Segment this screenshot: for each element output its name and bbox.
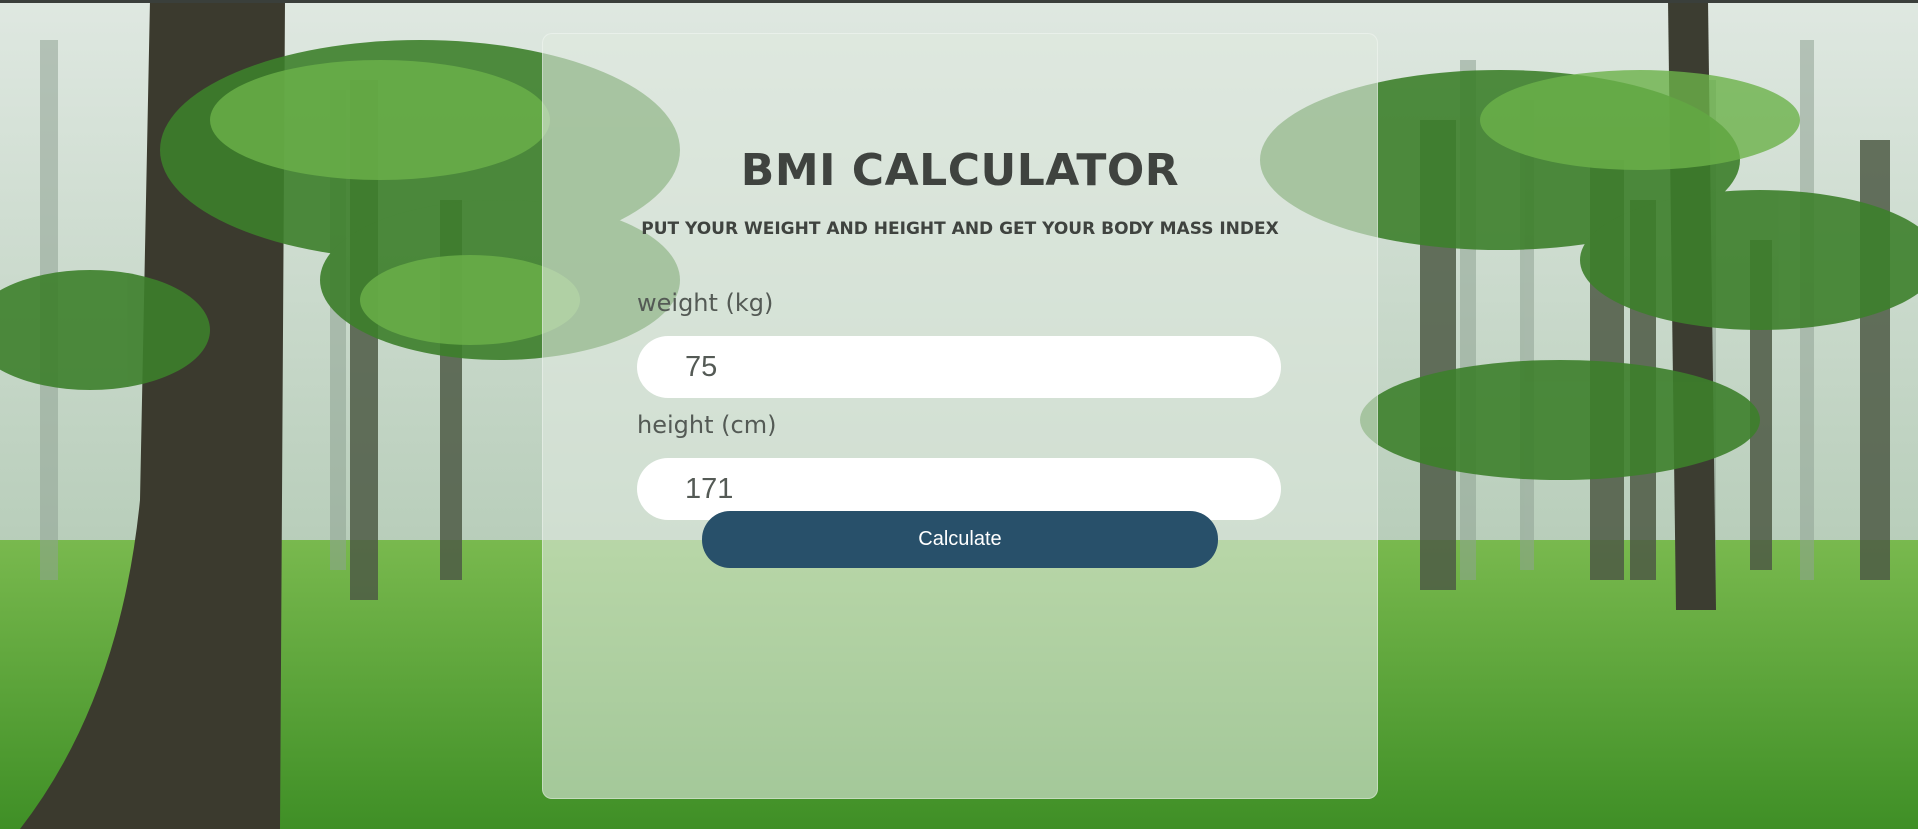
page-background: BMI CALCULATOR PUT YOUR WEIGHT AND HEIGH… — [0, 0, 1918, 829]
top-border — [0, 0, 1918, 3]
weight-label: weight (kg) — [637, 289, 774, 317]
height-label: height (cm) — [637, 411, 777, 439]
page-title: BMI CALCULATOR — [740, 145, 1180, 196]
page-subtitle: PUT YOUR WEIGHT AND HEIGHT AND GET YOUR … — [641, 219, 1279, 239]
calculate-button[interactable]: Calculate — [702, 511, 1218, 568]
bmi-calculator-card: BMI CALCULATOR PUT YOUR WEIGHT AND HEIGH… — [542, 33, 1378, 799]
weight-input[interactable] — [637, 336, 1281, 398]
